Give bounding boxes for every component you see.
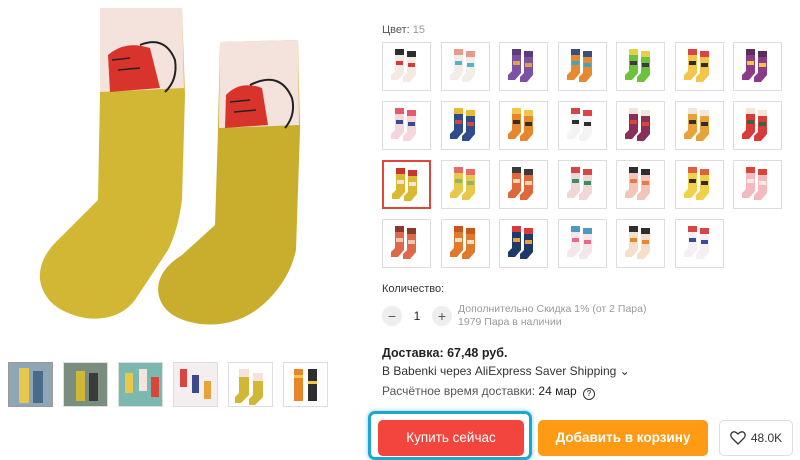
socks-illustration — [39, 8, 300, 325]
heart-icon — [729, 431, 746, 445]
color-swatch-20[interactable] — [674, 160, 724, 209]
color-swatch-16[interactable] — [440, 160, 490, 209]
help-icon[interactable]: ? — [583, 388, 596, 400]
color-swatch-12[interactable] — [616, 101, 665, 150]
quantity-info: Дополнительно Скидка 1% (от 2 Пара) 1979… — [458, 303, 646, 329]
buy-now-button[interactable]: Купить сейчас — [378, 420, 524, 456]
sock-pair-icon — [449, 167, 475, 200]
color-count: 15 — [412, 24, 426, 36]
thumbnail-6[interactable] — [283, 362, 328, 407]
color-swatch-6[interactable] — [674, 42, 724, 91]
sock-pair-icon — [508, 108, 533, 141]
main-product-image[interactable] — [0, 0, 352, 346]
sock-pair-icon — [683, 108, 709, 141]
sock-pair-icon — [742, 108, 767, 141]
color-swatch-17[interactable] — [499, 160, 548, 209]
color-swatch-3[interactable] — [499, 42, 548, 91]
quantity-minus-button[interactable]: − — [382, 306, 402, 326]
sock-pair-icon — [566, 167, 592, 200]
add-to-cart-button[interactable]: Добавить в корзину — [538, 420, 708, 456]
sock-pair-icon — [508, 226, 533, 259]
color-swatch-18[interactable] — [557, 160, 607, 209]
sock-pair-icon — [566, 108, 592, 141]
sock-pair-icon — [508, 167, 533, 200]
wishlist-button[interactable]: 48.0K — [719, 420, 793, 456]
sock-pair-icon — [391, 108, 416, 141]
sock-pair-icon — [742, 49, 767, 82]
sock-pair-icon — [683, 167, 709, 200]
color-swatch-1[interactable] — [382, 42, 431, 91]
sock-pair-icon — [683, 49, 709, 82]
sock-pair-icon — [566, 49, 592, 82]
color-swatch-grid — [382, 42, 782, 268]
sock-pair-icon — [391, 49, 416, 82]
sock-pair-icon — [566, 226, 592, 259]
color-swatch-25[interactable] — [557, 219, 607, 268]
shipping-method-text: В Babenki через AliExpress Saver Shippin… — [382, 364, 617, 378]
sock-pair-icon — [449, 49, 475, 82]
color-swatch-27[interactable] — [674, 219, 724, 268]
color-label: Цвет: 15 — [382, 24, 425, 36]
color-label-text: Цвет: — [382, 24, 410, 36]
sock-pair-icon — [625, 108, 650, 141]
sock-pair-icon — [391, 226, 416, 259]
quantity-stepper: − 1 + Дополнительно Скидка 1% (от 2 Пара… — [382, 303, 646, 329]
quantity-label: Количество: — [382, 283, 445, 295]
color-swatch-9[interactable] — [440, 101, 490, 150]
color-swatch-26[interactable] — [616, 219, 665, 268]
color-swatch-11[interactable] — [557, 101, 607, 150]
quantity-value[interactable]: 1 — [402, 309, 432, 323]
color-swatch-15[interactable] — [382, 160, 431, 209]
sock-pair-icon — [392, 168, 417, 201]
sock-pair-icon — [625, 226, 650, 259]
color-swatch-21[interactable] — [733, 160, 782, 209]
thumbnail-4[interactable] — [173, 362, 218, 407]
delivery-date: 24 мар — [538, 384, 577, 398]
quantity-plus-button[interactable]: + — [432, 306, 452, 326]
color-swatch-13[interactable] — [674, 101, 724, 150]
sock-pair-icon — [625, 167, 650, 200]
chevron-down-icon: ⌄ — [619, 364, 630, 378]
sock-pair-icon — [625, 49, 650, 82]
left-sock — [39, 8, 186, 319]
sock-pair-icon — [508, 49, 533, 82]
thumbnail-strip — [8, 362, 328, 407]
sock-pair-icon — [449, 226, 475, 259]
color-swatch-5[interactable] — [616, 42, 665, 91]
color-swatch-4[interactable] — [557, 42, 607, 91]
color-swatch-23[interactable] — [440, 219, 490, 268]
thumbnail-1[interactable] — [8, 362, 53, 407]
delivery-estimate: Расчётное время доставки: 24 мар ? — [382, 384, 596, 400]
delivery-time-label: Расчётное время доставки: — [382, 384, 536, 398]
color-swatch-7[interactable] — [733, 42, 782, 91]
delivery-cost: Доставка: 67,48 руб. — [382, 346, 508, 360]
thumbnail-2[interactable] — [63, 362, 108, 407]
stock-text: 1979 Пара в наличии — [458, 316, 562, 328]
thumbnail-5[interactable] — [228, 362, 273, 407]
color-swatch-19[interactable] — [616, 160, 665, 209]
discount-text: Дополнительно Скидка 1% (от 2 Пара) — [458, 303, 647, 315]
wishlist-count: 48.0K — [750, 431, 783, 445]
sock-pair-icon — [449, 108, 475, 141]
shipping-method-selector[interactable]: В Babenki через AliExpress Saver Shippin… — [382, 364, 630, 378]
color-swatch-2[interactable] — [440, 42, 490, 91]
color-swatch-10[interactable] — [499, 101, 548, 150]
color-swatch-24[interactable] — [499, 219, 548, 268]
color-swatch-14[interactable] — [733, 101, 782, 150]
thumbnail-3[interactable] — [118, 362, 163, 407]
color-swatch-22[interactable] — [382, 219, 431, 268]
color-swatch-8[interactable] — [382, 101, 431, 150]
sock-pair-icon — [683, 226, 709, 259]
sock-pair-icon — [742, 167, 767, 200]
